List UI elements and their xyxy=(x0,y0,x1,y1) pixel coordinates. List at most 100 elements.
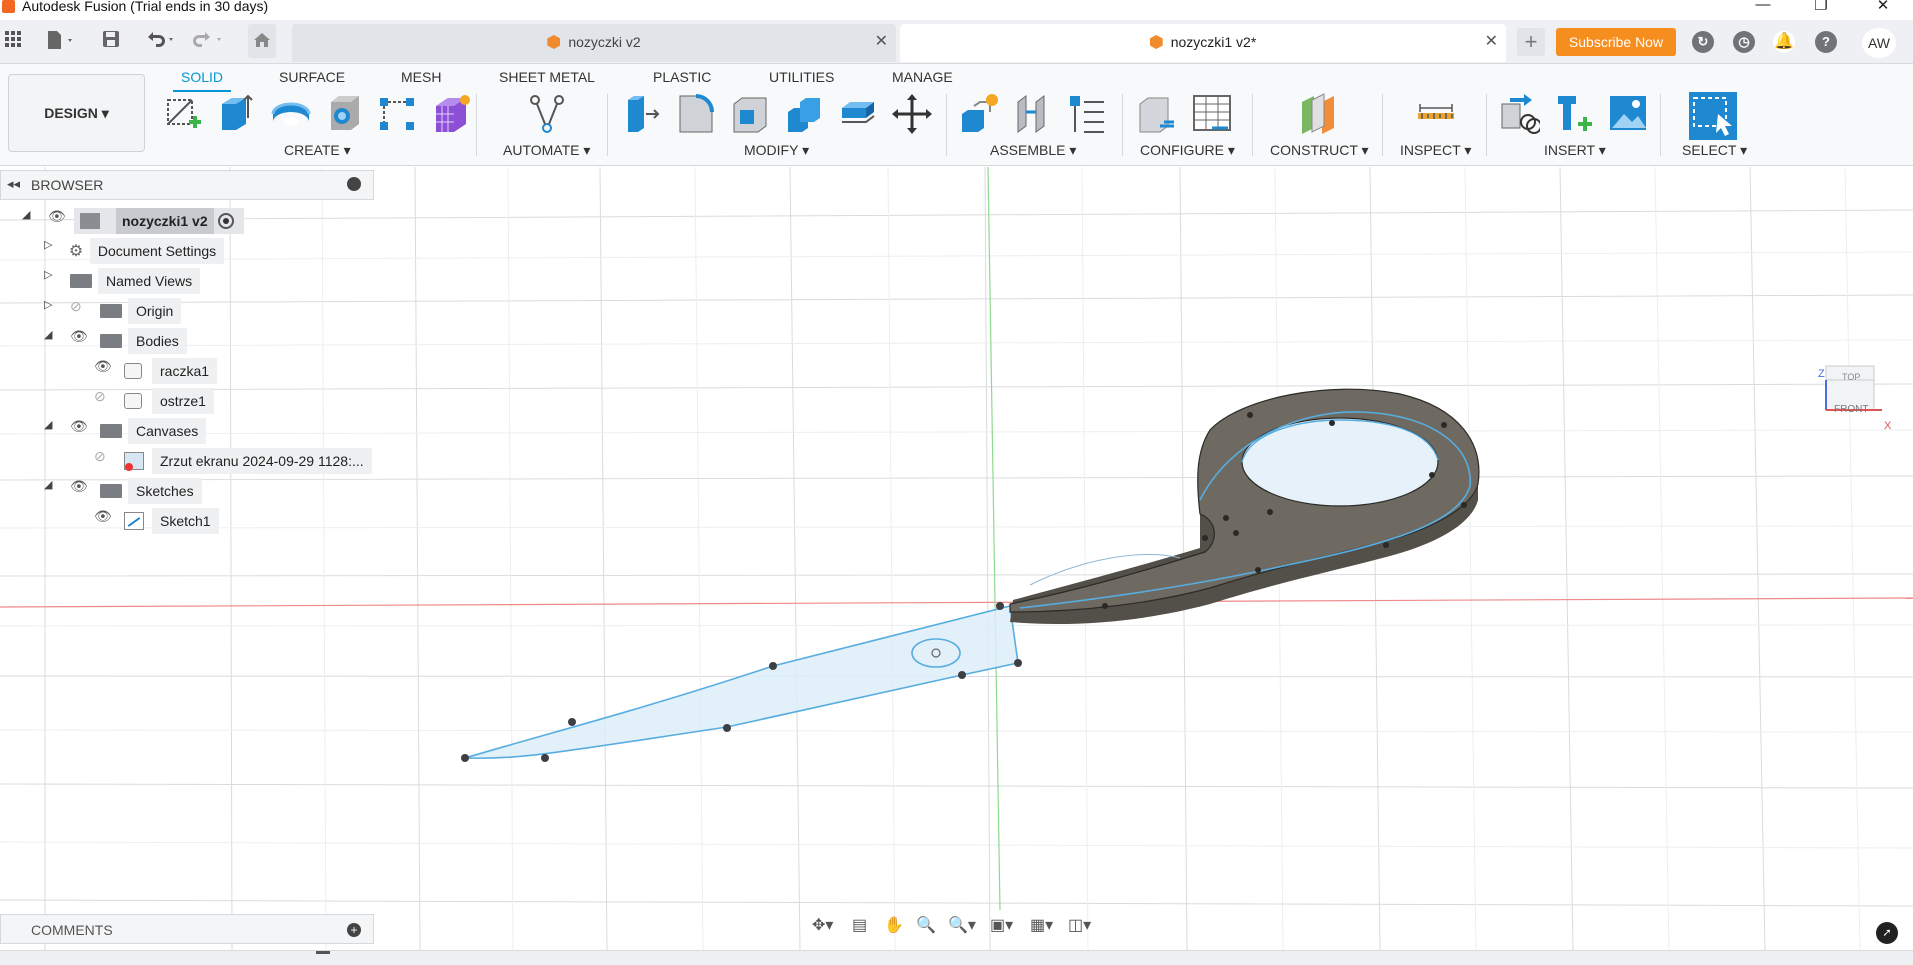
user-avatar[interactable]: AW xyxy=(1862,28,1896,58)
visibility-eye-icon[interactable]: 👁 xyxy=(48,208,66,234)
text-commands-icon[interactable]: ➚ xyxy=(1876,922,1898,944)
hidden-eye-icon[interactable]: ⊘ xyxy=(94,388,112,414)
browser-minimize-icon[interactable] xyxy=(347,177,361,191)
configure-icon[interactable] xyxy=(1138,92,1178,136)
help-icon[interactable]: ? xyxy=(1815,31,1837,53)
browser-item-sketch1[interactable]: Sketch1 xyxy=(152,508,219,534)
expand-arrow-icon[interactable]: ▷ xyxy=(44,268,54,294)
offset-face-icon[interactable] xyxy=(838,92,878,136)
extrude-icon[interactable] xyxy=(216,92,256,136)
joint-icon[interactable] xyxy=(1014,92,1054,136)
modify-menu[interactable]: MODIFY ▾ xyxy=(744,142,809,159)
pan-hand-icon[interactable]: ✋ xyxy=(884,915,904,935)
browser-item-origin[interactable]: Origin xyxy=(128,298,182,324)
hole-icon[interactable] xyxy=(325,92,365,136)
select-icon[interactable] xyxy=(1688,92,1738,140)
activate-radio-icon[interactable] xyxy=(218,213,234,229)
tab-plastic[interactable]: PLASTIC xyxy=(645,66,719,92)
tab-nozyczki-v2[interactable]: nozyczki v2 ✕ xyxy=(292,24,896,62)
visibility-eye-icon[interactable]: 👁 xyxy=(94,358,112,384)
assemble-menu[interactable]: ASSEMBLE ▾ xyxy=(990,142,1076,159)
browser-panel-header[interactable]: ◂◂ BROWSER xyxy=(0,170,374,200)
hidden-eye-icon[interactable]: ⊘ xyxy=(94,448,112,474)
insert-canvas-icon[interactable] xyxy=(1608,92,1648,136)
tab-sheet-metal[interactable]: SHEET METAL xyxy=(491,66,603,92)
bill-of-materials-icon[interactable] xyxy=(1066,92,1106,136)
hidden-eye-icon[interactable]: ⊘ xyxy=(70,298,88,324)
comments-panel-header[interactable]: COMMENTS + xyxy=(0,914,374,944)
orbit-icon[interactable]: ✥▾ xyxy=(812,915,833,935)
offset-plane-icon[interactable] xyxy=(1298,92,1338,136)
grid-settings-icon[interactable]: ▦▾ xyxy=(1030,915,1053,935)
expand-arrow-icon[interactable]: ▷ xyxy=(44,238,54,264)
fit-icon[interactable]: 🔍▾ xyxy=(948,915,976,935)
select-menu[interactable]: SELECT ▾ xyxy=(1682,142,1747,159)
expand-arrow-icon[interactable]: ▷ xyxy=(44,298,54,324)
create-sketch-icon[interactable] xyxy=(163,92,203,136)
combine-icon[interactable] xyxy=(784,92,824,136)
look-at-icon[interactable]: ▤ xyxy=(852,915,867,935)
close-window-button[interactable]: ✕ xyxy=(1873,0,1893,14)
automate-menu[interactable]: AUTOMATE ▾ xyxy=(503,142,590,159)
visibility-eye-icon[interactable]: 👁 xyxy=(70,478,88,504)
fillet-icon[interactable] xyxy=(676,92,716,136)
viewcube-top-label[interactable]: TOP xyxy=(1842,372,1860,382)
maximize-button[interactable]: ❐ xyxy=(1811,0,1831,14)
tab-nozyczki1-v2[interactable]: nozyczki1 v2* ✕ xyxy=(900,24,1506,62)
insert-mcmaster-icon[interactable] xyxy=(1554,92,1594,136)
new-tab-button[interactable]: + xyxy=(1517,28,1545,56)
tab-manage[interactable]: MANAGE xyxy=(884,66,961,92)
viewcube-front-label[interactable]: FRONT xyxy=(1834,404,1868,415)
browser-item-canvases[interactable]: Canvases xyxy=(128,418,207,444)
display-settings-icon[interactable]: ▣▾ xyxy=(990,915,1013,935)
insert-derive-icon[interactable] xyxy=(1500,92,1542,136)
create-menu[interactable]: CREATE ▾ xyxy=(284,142,351,159)
apps-grid-icon[interactable] xyxy=(2,30,24,52)
minimize-button[interactable]: — xyxy=(1753,0,1773,13)
expand-arrow-icon[interactable]: ◢ xyxy=(44,418,54,444)
notifications-bell-icon[interactable]: 🔔 xyxy=(1773,31,1795,53)
body-raczka1[interactable] xyxy=(1009,388,1480,624)
configuration-table-icon[interactable] xyxy=(1192,92,1232,136)
inspect-menu[interactable]: INSPECT ▾ xyxy=(1400,142,1471,159)
close-tab-icon[interactable]: ✕ xyxy=(875,24,888,60)
file-menu-icon[interactable] xyxy=(44,30,78,52)
revolve-icon[interactable] xyxy=(271,92,311,136)
new-component-icon[interactable] xyxy=(960,92,1000,136)
expand-arrow-icon[interactable]: ◢ xyxy=(44,478,54,504)
workspace-switcher[interactable]: DESIGN ▾ xyxy=(8,74,145,152)
undo-icon[interactable] xyxy=(144,30,178,52)
browser-item-raczka1[interactable]: raczka1 xyxy=(152,358,218,384)
create-form-icon[interactable] xyxy=(432,92,472,136)
browser-item-ostrze1[interactable]: ostrze1 xyxy=(152,388,214,414)
configure-menu[interactable]: CONFIGURE ▾ xyxy=(1140,142,1235,159)
visibility-eye-icon[interactable]: 👁 xyxy=(70,418,88,444)
browser-item-sketches[interactable]: Sketches xyxy=(128,478,202,504)
zoom-icon[interactable]: 🔍 xyxy=(916,915,936,935)
redo-icon[interactable] xyxy=(192,30,226,52)
measure-icon[interactable] xyxy=(1416,92,1456,136)
close-tab-icon[interactable]: ✕ xyxy=(1485,24,1498,60)
viewports-icon[interactable]: ◫▾ xyxy=(1068,915,1091,935)
construct-menu[interactable]: CONSTRUCT ▾ xyxy=(1270,142,1369,159)
visibility-eye-icon[interactable]: 👁 xyxy=(70,328,88,354)
expand-arrow-icon[interactable]: ◢ xyxy=(22,208,32,234)
browser-item-canvas-image[interactable]: Zrzut ekranu 2024-09-29 1128:... xyxy=(152,448,372,474)
tab-utilities[interactable]: UTILITIES xyxy=(761,66,842,92)
add-comment-icon[interactable]: + xyxy=(347,923,361,937)
expand-arrow-icon[interactable]: ◢ xyxy=(44,328,54,354)
collapse-browser-icon[interactable]: ◂◂ xyxy=(7,176,20,192)
subscribe-button[interactable]: Subscribe Now xyxy=(1556,28,1676,56)
view-cube[interactable]: TOP FRONT Z X xyxy=(1818,364,1891,432)
home-icon[interactable] xyxy=(248,24,276,58)
clock-icon[interactable]: ◷ xyxy=(1733,31,1755,53)
browser-item-named-views[interactable]: Named Views xyxy=(98,268,201,294)
job-status-icon[interactable]: ↻ xyxy=(1692,31,1714,53)
save-icon[interactable] xyxy=(100,30,122,52)
automate-icon[interactable] xyxy=(527,92,567,136)
tab-surface[interactable]: SURFACE xyxy=(271,66,353,92)
model-canvas[interactable] xyxy=(0,167,1913,950)
tab-mesh[interactable]: MESH xyxy=(393,66,449,92)
pattern-icon[interactable] xyxy=(378,92,418,136)
browser-item-bodies[interactable]: Bodies xyxy=(128,328,187,354)
